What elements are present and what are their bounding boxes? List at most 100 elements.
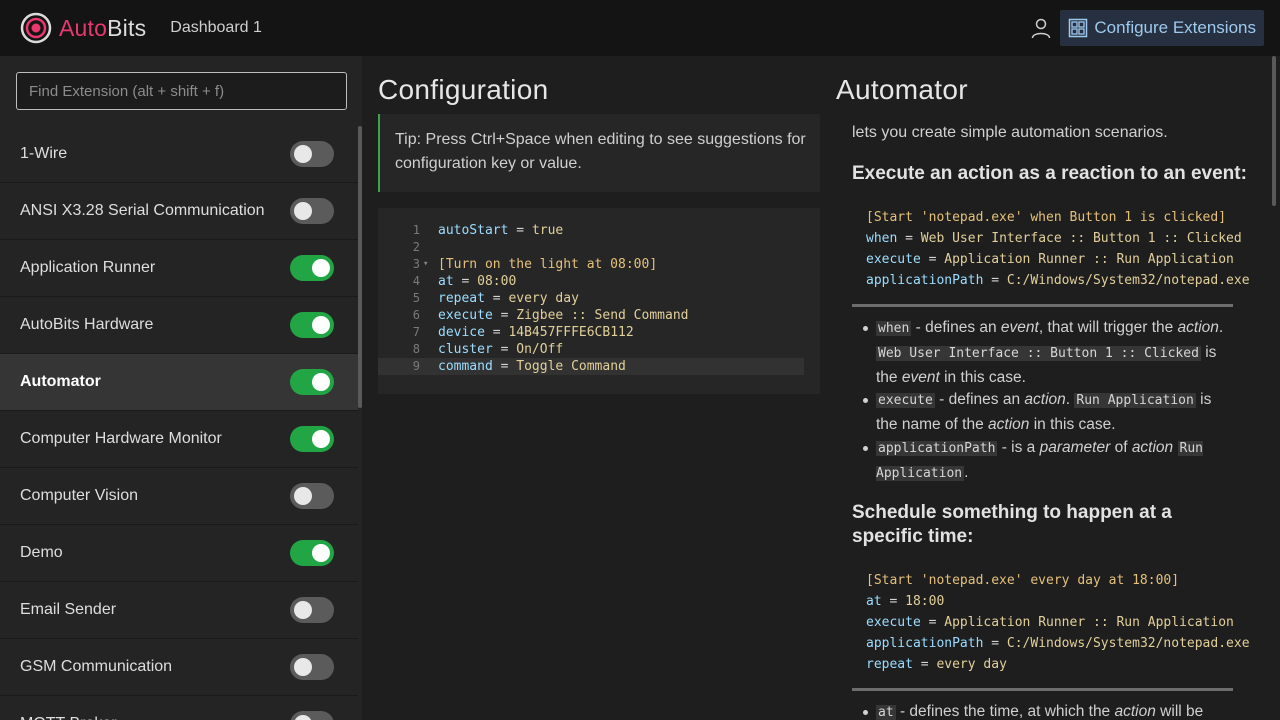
extension-item[interactable]: Automator (0, 354, 358, 411)
code-key: command (438, 359, 493, 374)
em: action (1131, 439, 1174, 456)
extension-label: Application Runner (20, 259, 156, 276)
extension-item[interactable]: Computer Hardware Monitor (0, 411, 358, 468)
extension-item[interactable]: Application Runner (0, 240, 358, 297)
line-number: 9 (412, 359, 420, 373)
code-operator: = (492, 359, 517, 374)
code-key: applicationPath (866, 273, 984, 288)
line-number: 8 (412, 342, 420, 356)
extension-label: Computer Vision (20, 487, 138, 504)
toggle-knob (312, 316, 330, 334)
extension-toggle[interactable] (290, 426, 334, 452)
extension-label: Computer Hardware Monitor (20, 430, 222, 447)
extension-item[interactable]: ANSI X3.28 Serial Communication (0, 183, 358, 240)
code-operator: = (492, 308, 517, 323)
code-operator: = (508, 223, 532, 238)
code-key: when (866, 231, 898, 246)
extension-item[interactable]: MQTT Broker (0, 696, 358, 720)
brand-part-auto: Auto (59, 14, 108, 41)
config-editor[interactable]: 1 autoStart = true 2 3 ▾ [Turn on the light a… (378, 208, 820, 394)
example-event-code: [Start 'notepad.exe' when Button 1 is cl… (866, 207, 1250, 291)
extension-toggle[interactable] (290, 369, 334, 395)
code-line[interactable]: 6 execute = Zigbee :: Send Command (378, 307, 820, 324)
configuration-title: Configuration (378, 74, 549, 105)
code-key: repeat (438, 291, 485, 306)
extension-label: MQTT Broker (20, 715, 117, 720)
user-icon[interactable] (1030, 17, 1052, 39)
docs-scrollbar[interactable] (1272, 56, 1276, 206)
extension-toggle[interactable] (290, 597, 334, 623)
extension-label: Email Sender (20, 601, 117, 618)
toggle-knob (294, 658, 312, 676)
em: event (1000, 319, 1039, 336)
divider (852, 688, 1233, 691)
fold-arrow-icon[interactable]: ▾ (423, 256, 428, 273)
code-key: repeat (866, 657, 913, 672)
text: in this case. (939, 369, 1026, 386)
dashboard-title[interactable]: Dashboard 1 (170, 19, 262, 37)
code-line[interactable]: 8 cluster = On/Off (378, 341, 820, 358)
find-extension-input[interactable] (16, 72, 347, 110)
code-text: repeat = every day (438, 290, 579, 307)
code-operator: = (920, 252, 945, 267)
code-line[interactable]: 1 autoStart = true (378, 222, 820, 239)
code-value: C:/Windows/System32/notepad.exe (1006, 636, 1250, 651)
example-schedule-code: [Start 'notepad.exe' every day at 18:00]… (866, 570, 1250, 675)
code-line: repeat = every day (866, 654, 1250, 675)
em: action (1024, 391, 1066, 408)
em: action (988, 416, 1030, 433)
extensions-sidebar: 1-Wire ANSI X3.28 Serial Communication App… (0, 56, 362, 720)
configure-extensions-label: Configure Extensions (1094, 18, 1256, 37)
code-text: [Turn on the light at 08:00] (438, 256, 657, 273)
code-line[interactable]: 4 at = 08:00 (378, 273, 820, 290)
code-line[interactable]: 2 (378, 239, 820, 256)
extension-item[interactable]: Demo (0, 525, 358, 582)
code-line[interactable]: 7 device = 14B457FFFE6CB112 (378, 324, 820, 341)
bullet-execute: execute - defines an action. Run Applica… (863, 388, 1226, 437)
line-number: 7 (412, 325, 420, 339)
configure-extensions-button[interactable]: Configure Extensions (1060, 10, 1264, 46)
extension-item[interactable]: Computer Vision (0, 468, 358, 525)
extension-list: 1-Wire ANSI X3.28 Serial Communication App… (0, 126, 358, 720)
extension-item[interactable]: GSM Communication (0, 639, 358, 696)
toggle-knob (312, 373, 330, 391)
extensions-icon (1069, 18, 1088, 38)
code-operator: = (453, 274, 478, 289)
extension-toggle[interactable] (290, 483, 334, 509)
extension-toggle[interactable] (290, 141, 334, 167)
code-key: autoStart (438, 223, 509, 238)
em: action (1114, 703, 1156, 720)
code-value: Web User Interface :: Button 1 :: Clicke… (920, 231, 1242, 246)
extension-toggle[interactable] (290, 711, 334, 720)
extension-label: GSM Communication (20, 658, 173, 675)
extension-toggle[interactable] (290, 312, 334, 338)
code-line[interactable]: 9 command = Toggle Command (378, 358, 804, 375)
text: - is a (997, 439, 1040, 456)
text: . (964, 464, 969, 481)
code-at: at (876, 705, 896, 720)
extension-toggle[interactable] (290, 654, 334, 680)
autobits-logo-icon (20, 12, 52, 44)
toggle-knob (294, 715, 312, 720)
automator-intro: lets you create simple automation scenar… (852, 124, 1168, 141)
code-line[interactable]: 5 repeat = every day (378, 290, 820, 307)
code-line[interactable]: 3 ▾ [Turn on the light at 08:00] (378, 256, 820, 273)
code-value: true (531, 223, 564, 238)
extension-label: Automator (20, 373, 101, 390)
app-logo[interactable]: AutoBits (20, 0, 146, 56)
toggle-knob (294, 202, 312, 220)
extension-item[interactable]: 1-Wire (0, 126, 358, 183)
toggle-knob (312, 430, 330, 448)
extension-item[interactable]: AutoBits Hardware (0, 297, 358, 354)
code-value: Application Runner :: Run Application (944, 615, 1234, 630)
code-text: execute = Zigbee :: Send Command (438, 307, 688, 324)
extension-toggle[interactable] (290, 540, 334, 566)
extension-toggle[interactable] (290, 255, 334, 281)
editor-tip: Tip: Press Ctrl+Space when editing to se… (378, 114, 820, 192)
divider (852, 304, 1233, 307)
extension-item[interactable]: Email Sender (0, 582, 358, 639)
extension-toggle[interactable] (290, 198, 334, 224)
code-line: when = Web User Interface :: Button 1 ::… (866, 228, 1250, 249)
code-section: [Start 'notepad.exe' when Button 1 is cl… (866, 210, 1227, 225)
code-operator: = (897, 231, 921, 246)
